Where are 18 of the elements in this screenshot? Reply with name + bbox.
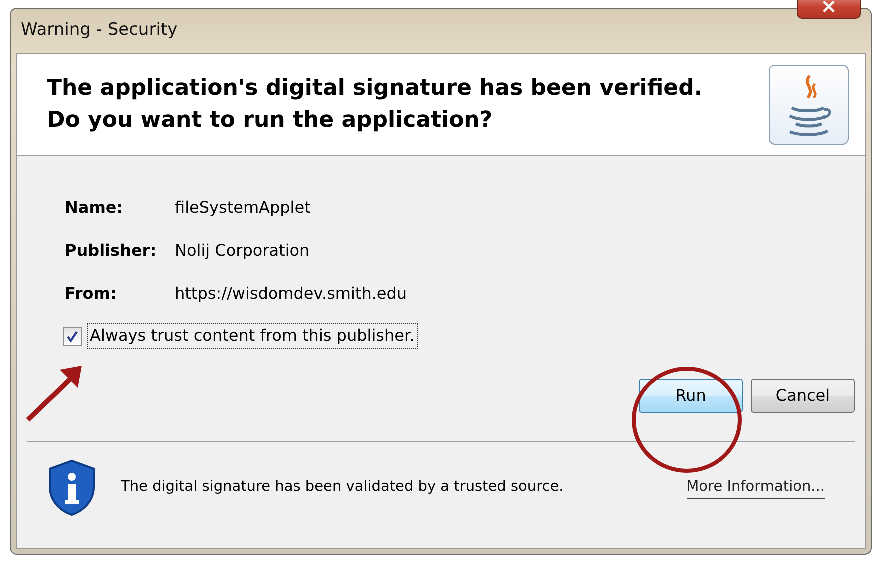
- info-shield-icon: [47, 459, 97, 517]
- window-title: Warning - Security: [21, 19, 178, 42]
- run-button[interactable]: Run: [639, 379, 743, 413]
- header-text: Do you want to run the application?: [47, 106, 494, 134]
- field-value: https://wisdomdev.smith.edu: [175, 283, 408, 305]
- field-label: From:: [65, 283, 118, 305]
- header-text: The application's digital signature has been verified.: [47, 74, 703, 102]
- checkbox[interactable]: [63, 326, 82, 346]
- field-label: Name:: [65, 197, 124, 219]
- checkbox-label[interactable]: Always trust content from this publisher.: [87, 323, 418, 349]
- validation-message: The digital signature has been validated by a trusted source.: [121, 478, 564, 498]
- more-information-link[interactable]: More Information...: [686, 476, 825, 500]
- field-value: fileSystemApplet: [175, 197, 311, 219]
- close-button[interactable]: ×: [797, 0, 861, 19]
- cancel-button[interactable]: Cancel: [751, 379, 855, 413]
- field-value: Nolij Corporation: [175, 240, 310, 262]
- coffee-cup-icon: [769, 64, 849, 144]
- field-label: Publisher:: [65, 240, 158, 262]
